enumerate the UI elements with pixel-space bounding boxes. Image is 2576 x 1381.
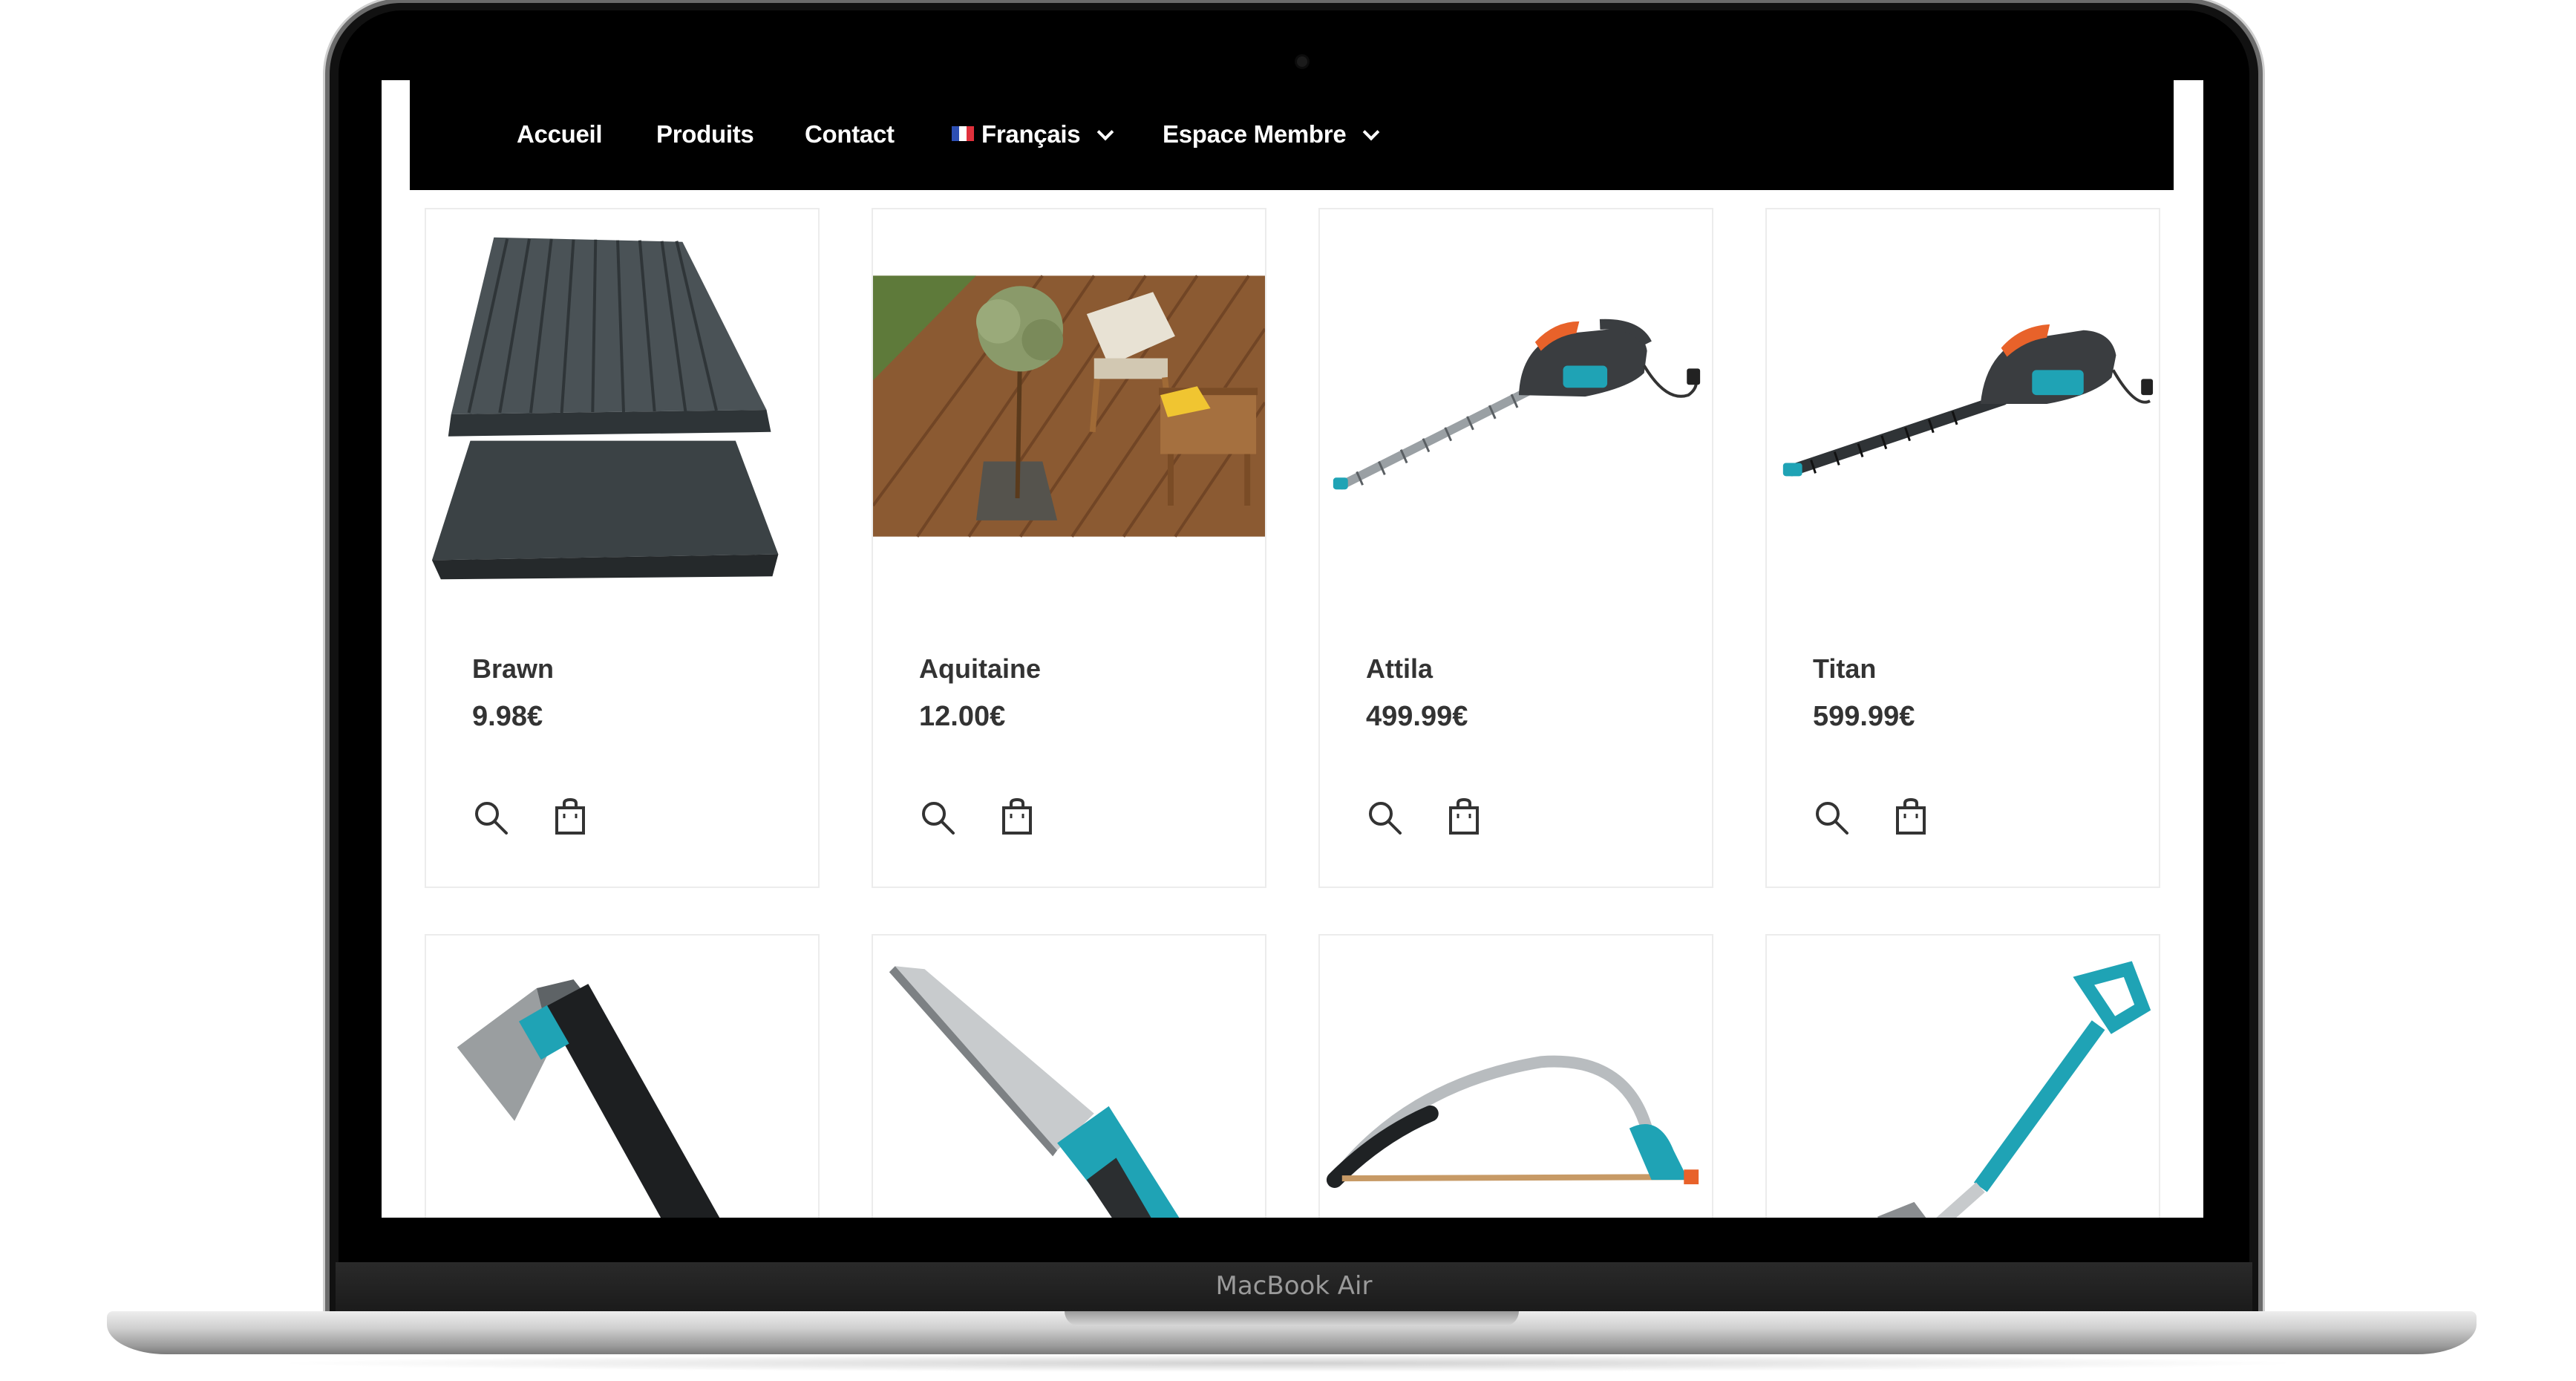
product-card-spade[interactable] xyxy=(1765,934,2160,1218)
screen: Accueil Produits Contact Français Espace… xyxy=(382,80,2203,1218)
laptop-chin: MacBook Air xyxy=(336,1262,2252,1314)
laptop-shadow xyxy=(267,1354,2309,1372)
search-icon[interactable] xyxy=(472,799,509,836)
shopping-bag-icon[interactable] xyxy=(1895,797,1927,836)
nav-language-label: Français xyxy=(981,120,1081,148)
nav-produits[interactable]: Produits xyxy=(656,120,754,148)
product-card-pruning-saw[interactable] xyxy=(872,934,1266,1218)
product-name[interactable]: Brawn xyxy=(472,653,554,685)
nav-contact-label: Contact xyxy=(805,120,895,148)
product-card-titan[interactable]: Titan 599.99€ xyxy=(1765,208,2160,888)
product-price: 599.99€ xyxy=(1813,701,1915,732)
product-card-axe[interactable] xyxy=(425,934,820,1218)
main-navbar: Accueil Produits Contact Français Espace… xyxy=(410,80,2174,190)
nav-language-dropdown[interactable]: Français xyxy=(952,120,1114,148)
chevron-down-icon xyxy=(1097,123,1114,141)
product-image-bow-saw[interactable] xyxy=(1320,936,1712,1218)
france-flag-icon xyxy=(952,126,974,141)
product-image-terrace[interactable] xyxy=(873,209,1265,610)
product-image-pruning-saw[interactable] xyxy=(873,936,1265,1218)
nav-accueil-label: Accueil xyxy=(517,120,603,148)
product-image-hedge-trimmer[interactable] xyxy=(1320,209,1712,610)
shopping-bag-icon[interactable] xyxy=(1001,797,1033,836)
nav-accueil[interactable]: Accueil xyxy=(517,120,603,148)
laptop-notch xyxy=(1065,1311,1519,1326)
search-icon[interactable] xyxy=(1366,799,1403,836)
product-card-bow-saw[interactable] xyxy=(1318,934,1713,1218)
product-card-brawn[interactable]: Brawn 9.98€ xyxy=(425,208,820,888)
nav-produits-label: Produits xyxy=(656,120,754,148)
product-price: 499.99€ xyxy=(1366,701,1468,732)
product-price: 9.98€ xyxy=(472,701,543,732)
shopping-bag-icon[interactable] xyxy=(1448,797,1480,836)
chevron-down-icon xyxy=(1363,123,1380,141)
laptop-base xyxy=(107,1311,2477,1354)
device-label: MacBook Air xyxy=(1215,1271,1373,1301)
search-icon[interactable] xyxy=(919,799,956,836)
product-image-hedge-trimmer-large[interactable] xyxy=(1767,209,2159,610)
product-name[interactable]: Titan xyxy=(1813,653,1876,685)
product-image-decking[interactable] xyxy=(426,209,818,610)
product-image-axe[interactable] xyxy=(426,936,818,1218)
product-card-attila[interactable]: Attila 499.99€ xyxy=(1318,208,1713,888)
nav-espace-membre-dropdown[interactable]: Espace Membre xyxy=(1163,120,1380,148)
nav-contact[interactable]: Contact xyxy=(805,120,895,148)
product-name[interactable]: Attila xyxy=(1366,653,1433,685)
product-price: 12.00€ xyxy=(919,701,1006,732)
product-image-spade[interactable] xyxy=(1767,936,2159,1218)
shopping-bag-icon[interactable] xyxy=(554,797,586,836)
product-card-aquitaine[interactable]: Aquitaine 12.00€ xyxy=(872,208,1266,888)
camera-icon xyxy=(1297,56,1307,67)
product-name[interactable]: Aquitaine xyxy=(919,653,1041,685)
nav-espace-membre-label: Espace Membre xyxy=(1163,120,1347,148)
search-icon[interactable] xyxy=(1813,799,1850,836)
